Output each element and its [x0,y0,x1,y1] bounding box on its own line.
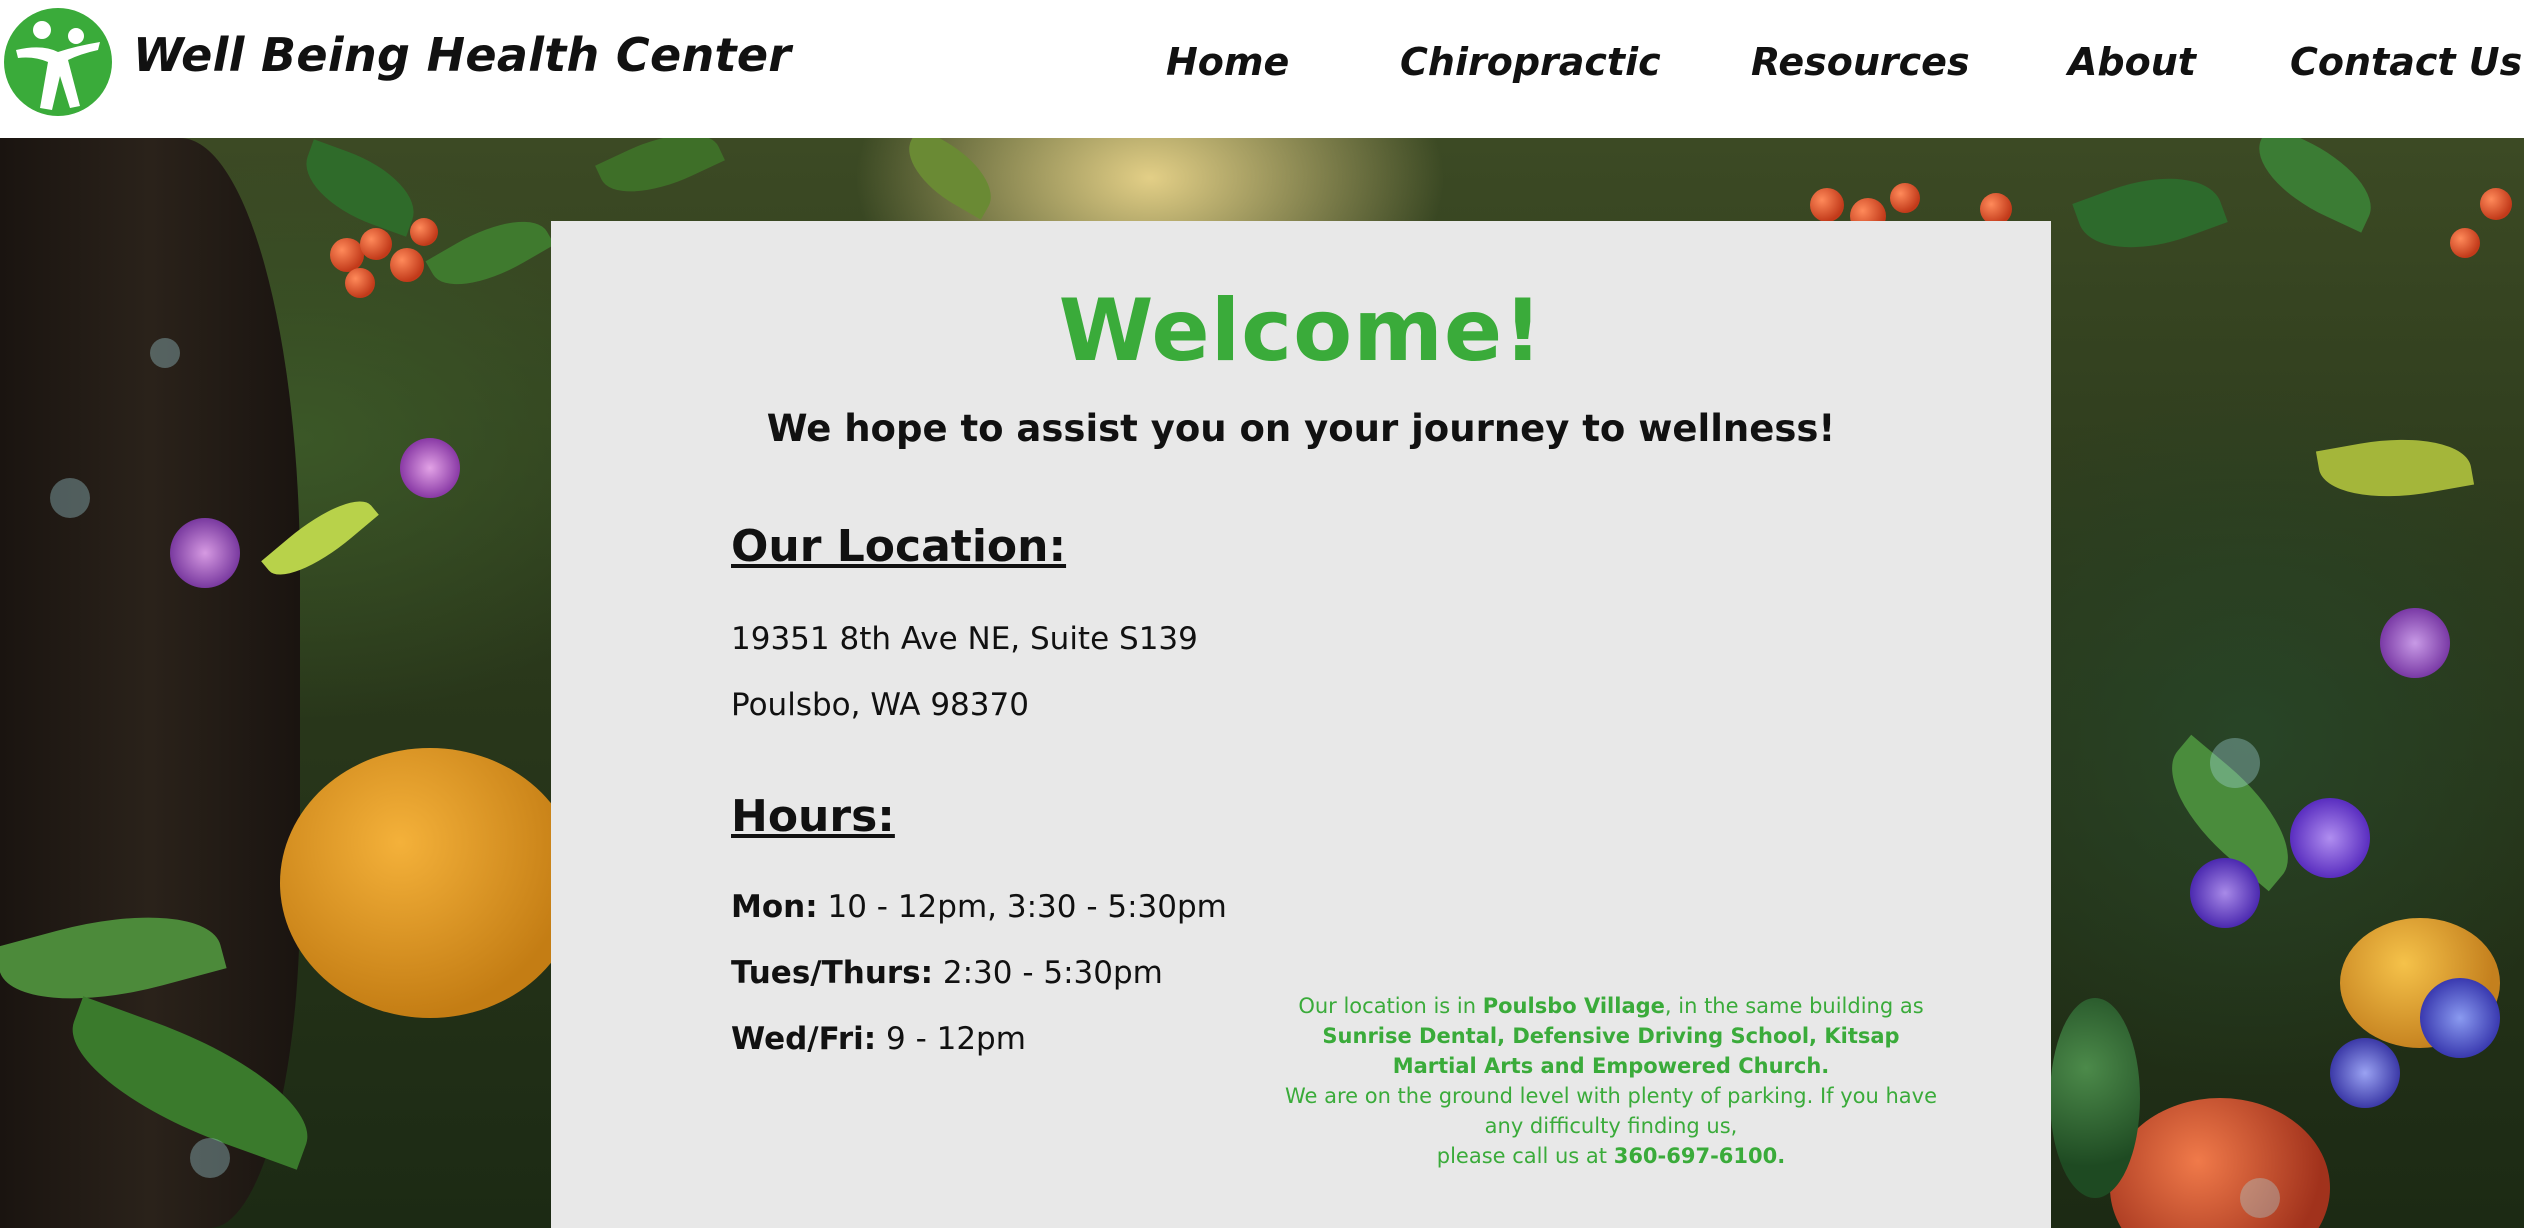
note-call: please call us at [1436,1144,1614,1168]
mango-fruit [280,748,580,1018]
phone-number-link[interactable]: 360-697-6100. [1614,1144,1786,1168]
main-nav: Home Chiropractic Resources About Contac… [0,40,2524,100]
hours-day: Mon: [731,889,818,925]
leaf [2315,425,2475,511]
leaf [595,138,725,212]
leaf [293,139,427,237]
note-text: Our location is in [1298,994,1483,1018]
location-note: Our location is in Poulsbo Village, in t… [1281,991,1941,1171]
nav-home[interactable]: Home [1166,40,1289,84]
hours-heading: Hours: [731,791,895,842]
bokeh-light [2240,1178,2280,1218]
tagline: We hope to assist you on your journey to… [766,407,1836,450]
welcome-heading: Welcome! [1058,281,1544,381]
site-header: Well Being Health Center Home Chiropract… [0,0,2524,138]
address-line-1: 19351 8th Ave NE, Suite S139 [731,621,1198,657]
hours-row-mon: Mon: 10 - 12pm, 3:30 - 5:30pm [731,889,1227,925]
note-village: Poulsbo Village [1482,994,1665,1018]
hours-time: 9 - 12pm [876,1021,1026,1057]
hours-day: Tues/Thurs: [731,955,934,991]
melon-fruit [2050,998,2140,1198]
flower [2420,978,2500,1058]
hours-time: 2:30 - 5:30pm [933,955,1163,991]
nav-contact-us[interactable]: Contact Us [2290,40,2522,84]
berry [2450,228,2480,258]
location-heading: Our Location: [731,521,1067,572]
nav-resources[interactable]: Resources [1751,40,1970,84]
hours-row-wed-fri: Wed/Fri: 9 - 12pm [731,1021,1026,1057]
note-text: , in the same building as [1664,994,1924,1018]
bokeh-light [150,338,180,368]
address-line-2: Poulsbo, WA 98370 [731,687,1029,723]
berry [360,228,392,260]
berry [345,268,375,298]
flower [2380,608,2450,678]
berry [2480,188,2512,220]
bokeh-light [190,1138,230,1178]
bokeh-light [50,478,90,518]
leaf [425,201,555,305]
welcome-panel: Welcome! We hope to assist you on your j… [551,221,2051,1228]
flower [2330,1038,2400,1108]
nav-about[interactable]: About [2068,40,2196,84]
berry [1810,188,1844,222]
berry [330,238,364,272]
berry [410,218,438,246]
flower [2190,858,2260,928]
hours-row-tues-thurs: Tues/Thurs: 2:30 - 5:30pm [731,955,1163,991]
note-neighbors: Sunrise Dental, Defensive Driving School… [1322,1024,1900,1078]
flower [170,518,240,588]
leaf [2243,138,2387,233]
flower [2290,798,2370,878]
flower [400,438,460,498]
note-parking: We are on the ground level with plenty o… [1284,1084,1938,1138]
berry [390,248,424,282]
bokeh-light [2210,738,2260,788]
hours-time: 10 - 12pm, 3:30 - 5:30pm [817,889,1227,925]
leaf [894,138,1006,220]
berry [1890,183,1920,213]
hours-day: Wed/Fri: [731,1021,877,1057]
leaf [2072,156,2228,270]
nav-chiropractic[interactable]: Chiropractic [1400,40,1661,84]
peach-fruit [2110,1098,2330,1228]
